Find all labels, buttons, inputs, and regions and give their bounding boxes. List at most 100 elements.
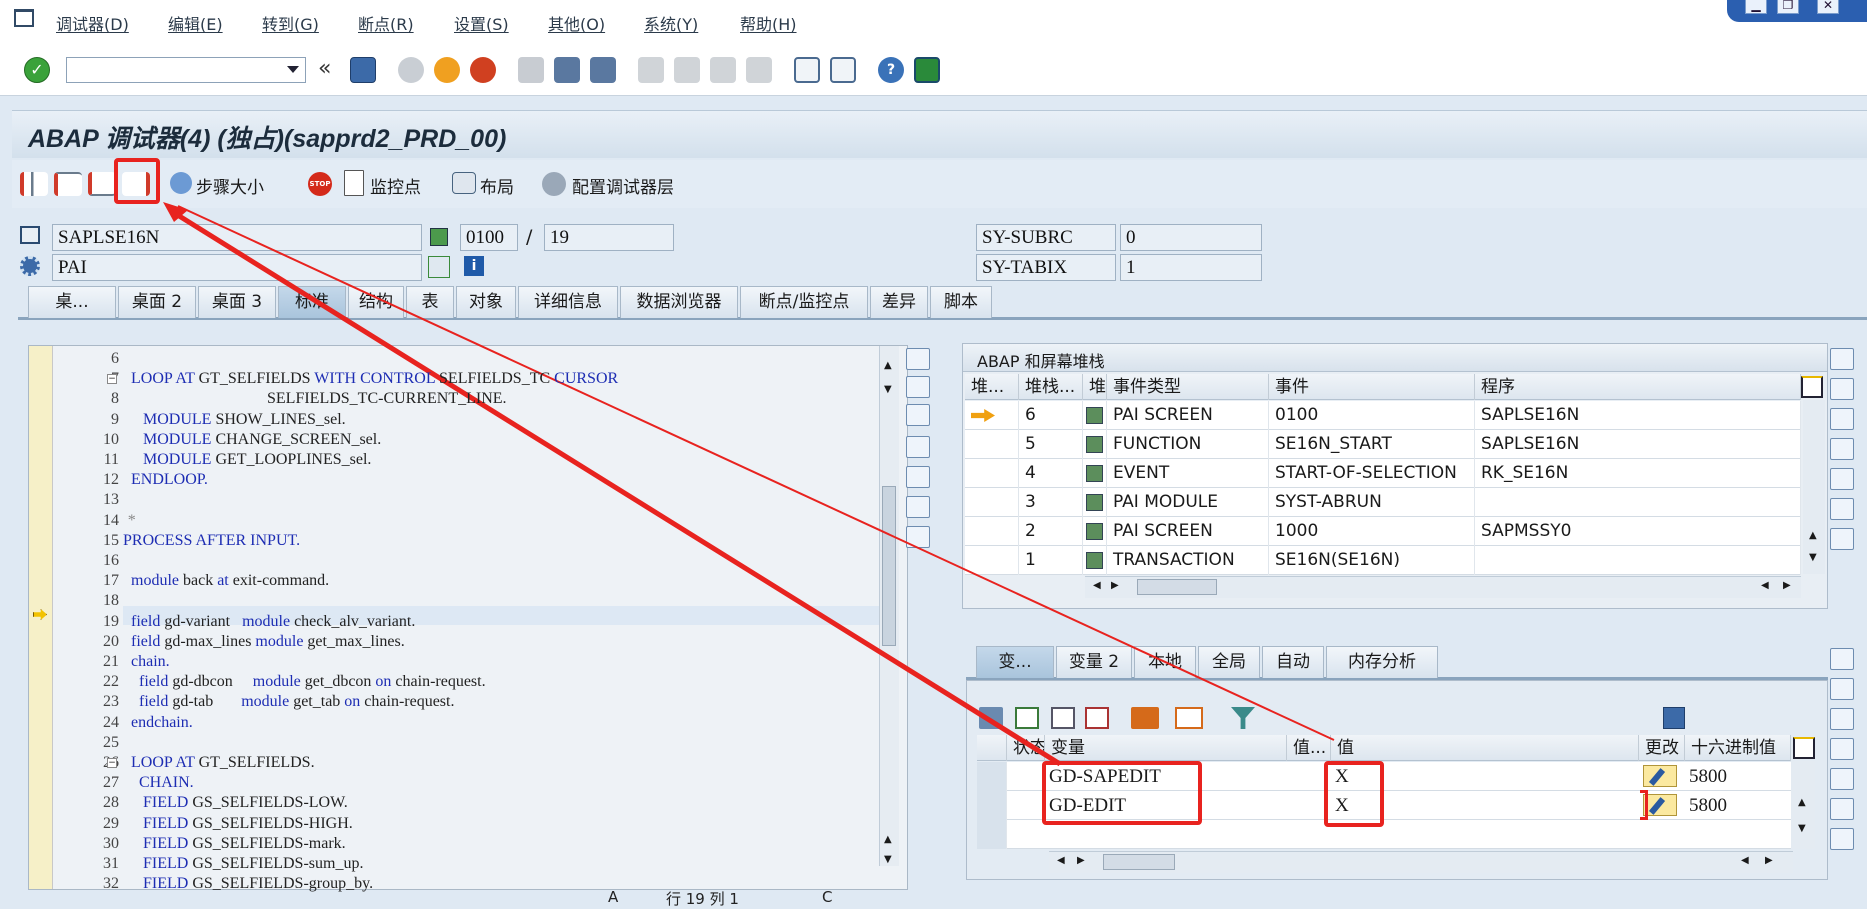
customize-layout-icon[interactable] <box>914 57 940 83</box>
column-settings-icon[interactable] <box>1793 737 1815 759</box>
code-line[interactable]: field gd-variant module check_alv_varian… <box>123 613 415 631</box>
code-line[interactable]: LOOP AT GT_SELFIELDS WITH CONTROL SELFIE… <box>123 370 618 388</box>
chevron-down-icon[interactable] <box>287 66 299 73</box>
services-tool-icon[interactable] <box>1830 498 1854 520</box>
tab-desktop-3[interactable]: 桌面 3 <box>198 286 276 318</box>
save-variables-icon[interactable] <box>1663 707 1685 729</box>
return-icon[interactable] <box>88 172 116 196</box>
col-change[interactable]: 更改 <box>1639 735 1685 761</box>
col-variable[interactable]: 变量 <box>1045 735 1287 761</box>
code-line[interactable]: FIELD GS_SELFIELDS-LOW. <box>123 794 348 812</box>
tab-details[interactable]: 详细信息 <box>518 286 618 318</box>
code-line[interactable]: chain. <box>123 653 170 671</box>
tab-variables-1[interactable]: 变... <box>976 646 1054 678</box>
code-line[interactable]: LOOP AT GT_SELFIELDS. <box>123 754 315 772</box>
maximize-tool-icon[interactable] <box>906 436 930 458</box>
new-tool-icon[interactable] <box>906 376 930 398</box>
copy-variable-icon[interactable] <box>1051 707 1075 729</box>
scroll-right-icon-2[interactable]: ▶ <box>1765 855 1773 866</box>
stack-row[interactable]: 4 EVENT START-OF-SELECTION RK_SE16N <box>965 459 1801 488</box>
new-tool-icon[interactable] <box>1830 678 1854 700</box>
close-button[interactable]: ✕ <box>1817 0 1839 14</box>
source-code-editor[interactable]: 67 LOOP AT GT_SELFIELDS WITH CONTROL SEL… <box>28 345 908 893</box>
tab-standard[interactable]: 标准 <box>278 286 346 318</box>
hscroll-thumb[interactable] <box>1137 579 1217 595</box>
tab-local[interactable]: 本地 <box>1134 646 1196 678</box>
config-layer-label[interactable]: 配置调试器层 <box>572 173 674 198</box>
layout-icon[interactable] <box>452 172 476 194</box>
menu-system[interactable]: 系统(Y) <box>644 11 698 35</box>
scroll-right-icon[interactable]: ▶ <box>1111 580 1119 591</box>
code-line[interactable]: field gd-max_lines module get_max_lines. <box>123 633 405 651</box>
scroll-up-icon[interactable]: ▲ <box>884 360 892 371</box>
maximize-tool-icon[interactable] <box>1830 408 1854 430</box>
transfer-icon[interactable] <box>1175 707 1203 729</box>
row-selector[interactable] <box>977 762 1007 791</box>
code-line[interactable]: FIELD GS_SELFIELDS-group_by. <box>123 875 373 893</box>
filter-icon[interactable] <box>1231 707 1255 729</box>
settings-tool-icon[interactable] <box>1830 828 1854 850</box>
col-event-type[interactable]: 事件类型 <box>1107 374 1269 400</box>
menu-goto[interactable]: 转到(G) <box>262 11 319 35</box>
shortcut-icon[interactable] <box>830 57 856 83</box>
fold-toggle-icon[interactable]: − <box>107 758 117 768</box>
scroll-left-icon-2[interactable]: ◀ <box>1761 580 1769 591</box>
tab-breakpoints-watchpoints[interactable]: 断点/监控点 <box>740 286 868 318</box>
resize-tool-icon[interactable] <box>906 466 930 488</box>
stack-hscroll[interactable]: ◀ ▶ ◀ ▶ <box>1085 576 1801 598</box>
sap-menu-icon[interactable] <box>14 9 34 27</box>
tab-script[interactable]: 脚本 <box>930 286 992 318</box>
last-page-icon[interactable] <box>746 57 772 83</box>
add-variable-icon[interactable] <box>1015 707 1039 729</box>
menu-breakpoints[interactable]: 断点(R) <box>358 11 414 35</box>
col-value[interactable]: 值 <box>1331 735 1639 761</box>
save-icon[interactable] <box>350 57 376 83</box>
maximize-tool-icon[interactable] <box>1830 708 1854 730</box>
stack-row[interactable]: 6 PAI SCREEN 0100 SAPLSE16N <box>965 401 1801 430</box>
menu-edit[interactable]: 编辑(E) <box>168 11 223 35</box>
tab-memory-analysis[interactable]: 内存分析 <box>1326 646 1438 678</box>
scroll-down-icon-2[interactable]: ▼ <box>884 854 892 865</box>
close-tool-icon[interactable] <box>1830 648 1854 670</box>
execute-step-icon[interactable] <box>54 172 82 196</box>
print-icon[interactable] <box>518 57 544 83</box>
enter-check-icon[interactable]: ✓ <box>24 57 50 83</box>
scroll-left-icon-2[interactable]: ◀ <box>1741 855 1749 866</box>
editor-scrollbar[interactable]: ▲ ▼ ▲ ▼ <box>879 346 899 866</box>
code-line[interactable]: field gd-tab module get_tab on chain-req… <box>123 693 454 711</box>
resize-tool-icon[interactable] <box>1830 738 1854 760</box>
scroll-down-icon[interactable]: ▼ <box>1798 823 1806 834</box>
menu-help[interactable]: 帮助(H) <box>740 11 797 35</box>
tab-data-explorer[interactable]: 数据浏览器 <box>620 286 738 318</box>
minimize-button[interactable]: ▁ <box>1745 0 1767 14</box>
resize-tool-icon[interactable] <box>1830 438 1854 460</box>
menu-debugger[interactable]: 调试器(D) <box>56 11 129 35</box>
col-select[interactable] <box>977 735 1007 761</box>
code-line[interactable]: MODULE CHANGE_SCREEN_sel. <box>123 431 381 449</box>
code-line[interactable]: CHAIN. <box>123 774 194 792</box>
scroll-left-icon[interactable]: ◀ <box>1057 855 1065 866</box>
scroll-thumb[interactable] <box>882 486 896 646</box>
col-status[interactable]: 状态 <box>1007 735 1045 761</box>
resize-horizontal-icon[interactable] <box>1830 768 1854 790</box>
layout-label[interactable]: 布局 <box>480 173 514 198</box>
scroll-right-icon-2[interactable]: ▶ <box>1783 580 1791 591</box>
scroll-down-icon[interactable]: ▼ <box>1809 552 1817 563</box>
watchpoint-label[interactable]: 监控点 <box>370 173 421 198</box>
scroll-down-icon[interactable]: ▼ <box>884 384 892 395</box>
fold-toggle-icon[interactable]: − <box>107 374 117 385</box>
col-stack-marker[interactable]: 堆... <box>965 374 1019 400</box>
command-field[interactable] <box>66 57 306 83</box>
config-layer-icon[interactable] <box>542 172 566 196</box>
col-value-short[interactable]: 值... <box>1287 735 1331 761</box>
variables-vscroll[interactable]: ▲ ▼ <box>1791 761 1815 849</box>
sort-icon[interactable] <box>1131 707 1159 729</box>
stack-row[interactable]: 2 PAI SCREEN 1000 SAPMSSY0 <box>965 517 1801 546</box>
scroll-right-icon[interactable]: ▶ <box>1077 855 1085 866</box>
settings-tool-icon[interactable] <box>1830 528 1854 550</box>
code-line[interactable]: SELFIELDS_TC-CURRENT_LINE. <box>123 390 507 408</box>
scroll-up-icon-2[interactable]: ▲ <box>884 834 892 845</box>
stack-row[interactable]: 3 PAI MODULE SYST-ABRUN <box>965 488 1801 517</box>
stack-vscroll[interactable]: ▲ ▼ <box>1803 400 1825 574</box>
col-event[interactable]: 事件 <box>1269 374 1475 400</box>
